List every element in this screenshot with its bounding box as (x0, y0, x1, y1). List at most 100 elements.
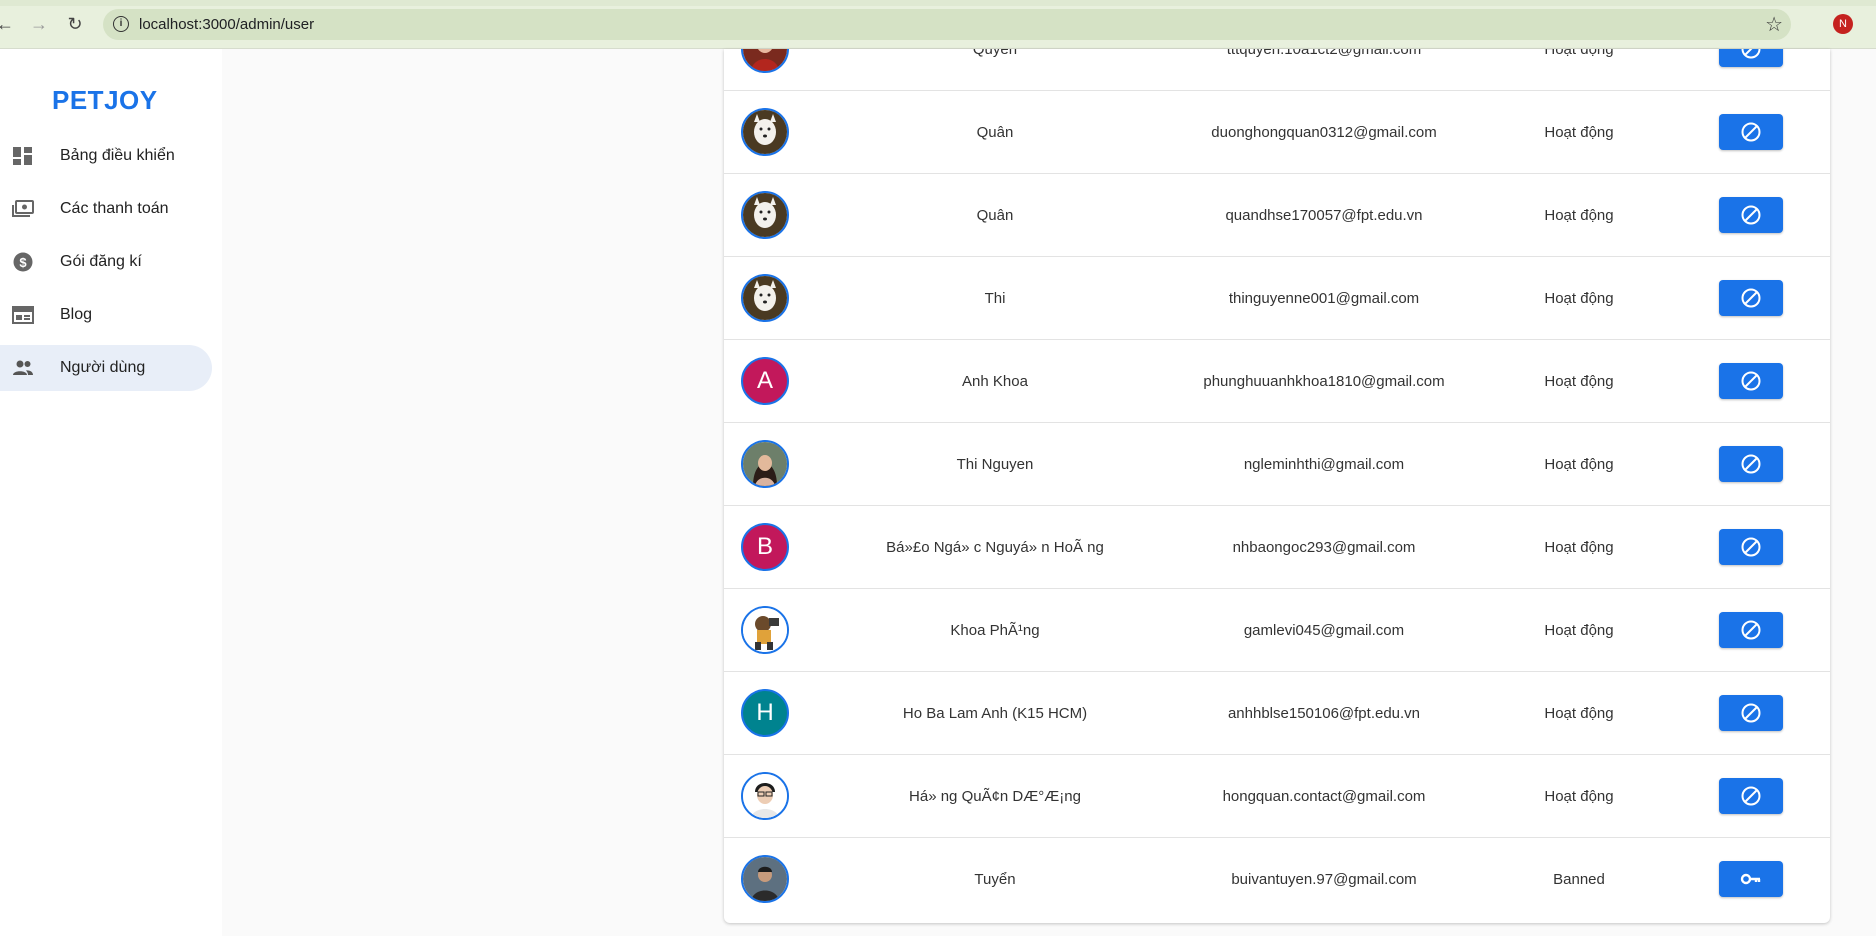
user-name: Anh Khoa (962, 373, 1028, 390)
table-row: Há» ng QuÃ¢n DÆ°Æ¡ng hongquan.contact@gm… (724, 755, 1830, 838)
ban-user-button[interactable] (1719, 49, 1783, 67)
user-status: Hoạt động (1544, 456, 1614, 473)
user-status: Banned (1553, 871, 1605, 888)
ban-icon (1741, 371, 1761, 391)
user-email: gamlevi045@gmail.com (1243, 622, 1405, 639)
user-avatar (741, 191, 789, 239)
main-content: Quyen tttquyen.10a1ct2@gmail.com Hoạt độ… (222, 49, 1876, 936)
sidebar-item-blog[interactable]: Blog (0, 292, 212, 338)
user-email: ngleminhthi@gmail.com (1243, 456, 1405, 473)
ban-icon (1741, 205, 1761, 225)
browser-toolbar: ← → ↻ i localhost:3000/admin/user ☆ N (0, 0, 1876, 49)
ban-user-button[interactable] (1719, 197, 1783, 233)
user-email: quandhse170057@fpt.edu.vn (1225, 207, 1423, 224)
sidebar-item-label: Bảng điều khiển (60, 147, 175, 164)
user-status: Hoạt động (1544, 124, 1614, 141)
user-name: Thi Nguyen (956, 456, 1034, 473)
address-bar[interactable]: i localhost:3000/admin/user ☆ (103, 9, 1791, 40)
ban-user-button[interactable] (1719, 695, 1783, 731)
table-row: Quyen tttquyen.10a1ct2@gmail.com Hoạt độ… (724, 49, 1830, 91)
user-name: Quân (976, 124, 1014, 141)
url-text[interactable]: localhost:3000/admin/user (139, 16, 314, 33)
svg-text:$: $ (19, 255, 27, 270)
user-status: Hoạt động (1544, 207, 1614, 224)
sidebar-item-label: Blog (60, 306, 93, 323)
user-avatar (741, 772, 789, 820)
dollar-icon: $ (13, 252, 33, 272)
table-row: B Bá»£o Ngá» c Nguyá» n HoÃ ng nhbaongoc… (724, 506, 1830, 589)
unban-user-button[interactable] (1719, 861, 1783, 897)
user-status: Hoạt động (1544, 622, 1614, 639)
ban-icon (1741, 454, 1761, 474)
ban-icon (1741, 620, 1761, 640)
table-row: Thi thinguyenne001@gmail.com Hoạt động (724, 257, 1830, 340)
user-name: Há» ng QuÃ¢n DÆ°Æ¡ng (909, 788, 1081, 805)
sidebar: PETJOY Bảng điều khiển Các thanh toán $ … (0, 49, 222, 936)
ban-user-button[interactable] (1719, 612, 1783, 648)
table-row: Thi Nguyen ngleminhthi@gmail.com Hoạt độ… (724, 423, 1830, 506)
user-email: thinguyenne001@gmail.com (1228, 290, 1420, 307)
sidebar-item-label: Người dùng (60, 359, 146, 376)
sidebar-item-subscriptions[interactable]: $ Gói đăng kí (0, 239, 212, 285)
user-email: duonghongquan0312@gmail.com (1211, 124, 1437, 141)
user-email: anhhblse150106@fpt.edu.vn (1227, 705, 1421, 722)
ban-icon (1741, 49, 1761, 59)
site-info-icon[interactable]: i (113, 16, 129, 32)
user-status: Hoạt động (1544, 290, 1614, 307)
reload-icon[interactable]: ↻ (64, 13, 86, 35)
user-email: buivantuyen.97@gmail.com (1231, 871, 1417, 888)
key-icon (1740, 873, 1761, 885)
profile-avatar[interactable]: N (1833, 14, 1853, 34)
forward-icon[interactable]: → (28, 13, 50, 35)
table-row: Khoa PhÃ¹ng gamlevi045@gmail.com Hoạt độ… (724, 589, 1830, 672)
sidebar-item-dashboard[interactable]: Bảng điều khiển (0, 133, 212, 179)
user-name: Ho Ba Lam Anh (K15 HCM) (902, 705, 1088, 722)
bookmark-star-icon[interactable]: ☆ (1765, 12, 1783, 37)
users-table: Quyen tttquyen.10a1ct2@gmail.com Hoạt độ… (724, 49, 1830, 923)
user-name: Bá»£o Ngá» c Nguyá» n HoÃ ng (886, 539, 1104, 556)
user-status: Hoạt động (1544, 788, 1614, 805)
user-name: Khoa PhÃ¹ng (950, 622, 1040, 639)
user-avatar (741, 855, 789, 903)
ban-user-button[interactable] (1719, 529, 1783, 565)
user-email: hongquan.contact@gmail.com (1222, 788, 1426, 805)
ban-user-button[interactable] (1719, 114, 1783, 150)
user-email: nhbaongoc293@gmail.com (1232, 539, 1416, 556)
ban-icon (1741, 703, 1761, 723)
user-avatar (741, 108, 789, 156)
brand-logo[interactable]: PETJOY (52, 85, 158, 116)
sidebar-item-label: Các thanh toán (60, 200, 169, 217)
ban-user-button[interactable] (1719, 778, 1783, 814)
user-name: Quyen (972, 49, 1018, 58)
blog-icon (12, 306, 34, 324)
ban-user-button[interactable] (1719, 280, 1783, 316)
user-status: Hoạt động (1544, 373, 1614, 390)
back-icon[interactable]: ← (0, 13, 16, 35)
table-row: A Anh Khoa phunghuuanhkhoa1810@gmail.com… (724, 340, 1830, 423)
ban-user-button[interactable] (1719, 363, 1783, 399)
user-avatar (741, 606, 789, 654)
user-name: Thi (984, 290, 1006, 307)
sidebar-item-users[interactable]: Người dùng (0, 345, 212, 391)
user-status: Hoạt động (1544, 539, 1614, 556)
ban-icon (1741, 288, 1761, 308)
table-row: Quân duonghongquan0312@gmail.com Hoạt độ… (724, 91, 1830, 174)
user-name: Tuyển (974, 871, 1016, 888)
user-email: tttquyen.10a1ct2@gmail.com (1226, 49, 1422, 58)
ban-icon (1741, 537, 1761, 557)
dashboard-icon (13, 147, 32, 165)
users-icon (13, 360, 33, 375)
table-row: Quân quandhse170057@fpt.edu.vn Hoạt động (724, 174, 1830, 257)
user-email: phunghuuanhkhoa1810@gmail.com (1203, 373, 1445, 390)
user-avatar (741, 49, 789, 73)
user-status: Hoạt động (1544, 705, 1614, 722)
sidebar-item-label: Gói đăng kí (60, 253, 142, 270)
user-avatar (741, 274, 789, 322)
user-name: Quân (976, 207, 1014, 224)
sidebar-item-payments[interactable]: Các thanh toán (0, 186, 212, 232)
tab-strip (0, 0, 1876, 6)
ban-user-button[interactable] (1719, 446, 1783, 482)
table-row: H Ho Ba Lam Anh (K15 HCM) anhhblse150106… (724, 672, 1830, 755)
ban-icon (1741, 786, 1761, 806)
user-avatar (741, 440, 789, 488)
